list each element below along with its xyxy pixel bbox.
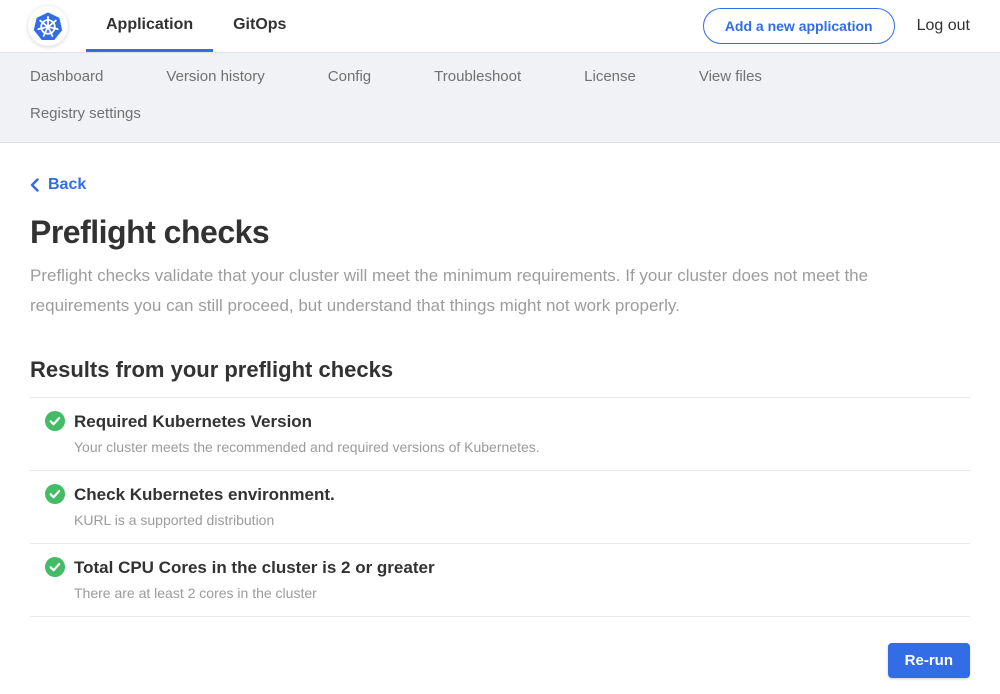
add-new-application-button[interactable]: Add a new application (703, 8, 895, 44)
results-heading: Results from your preflight checks (30, 357, 970, 383)
check-circle-icon (45, 484, 65, 504)
subnav-items: Dashboard Version history Config Trouble… (30, 68, 910, 122)
subnav-item[interactable]: Registry settings (30, 105, 141, 122)
logout-link[interactable]: Log out (917, 17, 970, 35)
subnav-item[interactable]: License (584, 68, 636, 85)
tab-gitops[interactable]: GitOps (213, 0, 306, 52)
app-subnav: Dashboard Version history Config Trouble… (0, 52, 1000, 143)
preflight-check-item: Check Kubernetes environment. KURL is a … (30, 470, 970, 543)
check-title: Check Kubernetes environment. (74, 484, 335, 505)
preflight-check-item: Required Kubernetes Version Your cluster… (30, 397, 970, 470)
top-header: Application GitOps Add a new application… (0, 0, 1000, 52)
check-circle-icon (45, 411, 65, 431)
rerun-button[interactable]: Re-run (888, 643, 970, 678)
chevron-left-icon (30, 178, 39, 192)
subnav-item[interactable]: Dashboard (30, 68, 103, 85)
subnav-item[interactable]: Config (328, 68, 371, 85)
preflight-check-item: Total CPU Cores in the cluster is 2 or g… (30, 543, 970, 616)
check-detail: There are at least 2 cores in the cluste… (74, 585, 970, 601)
preflight-check-list: Required Kubernetes Version Your cluster… (30, 397, 970, 617)
check-circle-icon (45, 557, 65, 577)
header-tabs: Application GitOps (86, 0, 306, 52)
kubernetes-logo (28, 6, 68, 46)
subnav-item[interactable]: View files (699, 68, 762, 85)
check-detail: KURL is a supported distribution (74, 512, 970, 528)
check-detail: Your cluster meets the recommended and r… (74, 439, 970, 455)
check-title: Required Kubernetes Version (74, 411, 312, 432)
page-description: Preflight checks validate that your clus… (30, 261, 970, 321)
back-link[interactable]: Back (30, 176, 86, 194)
subnav-item[interactable]: Version history (166, 68, 264, 85)
check-title: Total CPU Cores in the cluster is 2 or g… (74, 557, 435, 578)
page-title: Preflight checks (30, 214, 970, 251)
tab-application[interactable]: Application (86, 0, 213, 52)
subnav-item[interactable]: Troubleshoot (434, 68, 521, 85)
back-label: Back (48, 176, 86, 194)
footer-actions: Re-run (30, 643, 970, 694)
kubernetes-logo-icon (28, 6, 68, 46)
main-content: Back Preflight checks Preflight checks v… (0, 143, 1000, 694)
header-actions: Add a new application Log out (703, 8, 970, 44)
